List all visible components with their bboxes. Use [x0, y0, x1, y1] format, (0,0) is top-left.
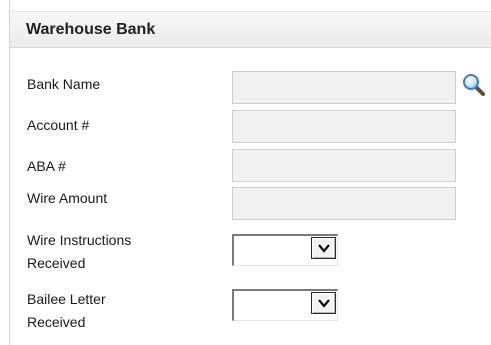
magnifier-icon — [462, 74, 486, 101]
bailee-letter-dropdown-button[interactable] — [311, 292, 336, 314]
bailee-letter-label-line1: Bailee Letter — [27, 291, 106, 307]
aba-number-input[interactable] — [232, 149, 456, 182]
wire-amount-input[interactable] — [232, 187, 456, 220]
bank-name-label: Bank Name — [27, 76, 101, 92]
panel-header: Warehouse Bank — [10, 11, 491, 48]
wire-instructions-received-select[interactable] — [232, 234, 338, 266]
panel-title: Warehouse Bank — [26, 21, 156, 38]
wire-amount-label: Wire Amount — [27, 190, 108, 206]
account-number-input[interactable] — [232, 110, 456, 143]
bailee-letter-label-line2: Received — [27, 314, 86, 330]
wire-instructions-label-line2: Received — [27, 255, 86, 271]
account-number-label: Account # — [27, 117, 90, 133]
bailee-letter-received-select[interactable] — [232, 289, 338, 321]
wire-instructions-dropdown-button[interactable] — [311, 237, 336, 259]
bank-name-input[interactable] — [232, 71, 456, 104]
warehouse-bank-panel: Warehouse Bank Bank Name Account # ABA # — [9, 0, 491, 345]
aba-number-label: ABA # — [27, 158, 66, 174]
bank-lookup-button[interactable] — [462, 73, 486, 97]
wire-instructions-label-line1: Wire Instructions — [27, 232, 132, 248]
